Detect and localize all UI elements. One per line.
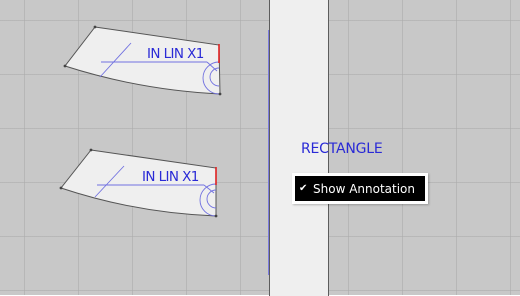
piece-label: IN LIN X1 (147, 46, 204, 62)
canvas-shapes: IN LIN X1 IN LIN X1 (59, 25, 222, 218)
design-canvas[interactable]: IN LIN X1 IN LIN X1 RECTANGLE ✔ Show Ann… (0, 0, 520, 296)
pattern-piece-1[interactable]: IN LIN X1 (63, 25, 222, 96)
rectangle-edge-guide (268, 30, 269, 275)
pattern-piece-2[interactable]: IN LIN X1 (59, 148, 218, 218)
rectangle-label: RECTANGLE (301, 141, 383, 157)
context-menu: ✔ Show Annotation (292, 173, 428, 204)
menu-item-label: Show Annotation (313, 181, 415, 196)
show-annotation-menu-item[interactable]: ✔ Show Annotation (295, 176, 425, 201)
piece-label: IN LIN X1 (142, 169, 199, 185)
checkmark-icon: ✔ (299, 183, 308, 194)
